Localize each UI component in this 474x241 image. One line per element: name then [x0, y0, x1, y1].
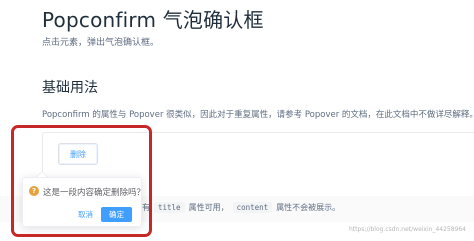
- highlight-frame: [11, 125, 152, 237]
- code-title: title: [154, 202, 185, 213]
- code-content: content: [232, 202, 273, 213]
- section-description: Popconfirm 的属性与 Popover 很类似，因此对于重复属性，请参考…: [42, 110, 474, 120]
- info-band-text: 有 title 属性可用， content 属性不会被展示。: [142, 202, 340, 213]
- watermark: https://blog.csdn.net/weixin_44258964: [348, 226, 466, 233]
- page-title: Popconfirm 气泡确认框: [42, 8, 264, 32]
- page-subtitle: 点击元素，弹出气泡确认框。: [42, 38, 160, 48]
- band-suffix: 属性不会被展示。: [276, 203, 341, 212]
- band-middle: 属性可用，: [188, 203, 229, 212]
- section-heading: 基础用法: [42, 80, 98, 96]
